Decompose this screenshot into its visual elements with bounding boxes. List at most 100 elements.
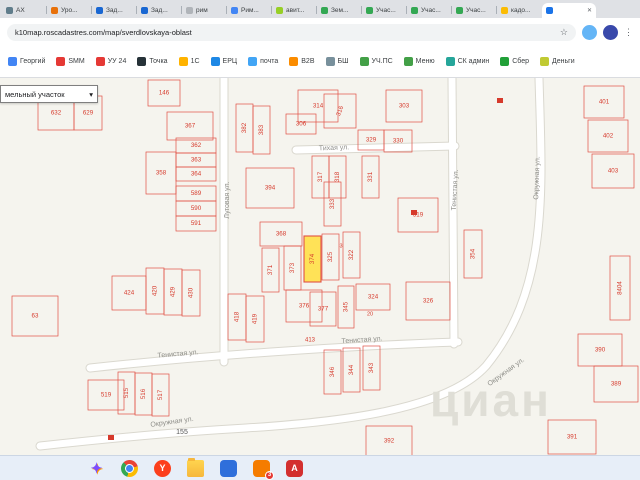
parcel-number: 367 [185, 123, 196, 130]
bookmark-item[interactable]: ЕРЦ [210, 57, 238, 66]
dropdown-value: мельный участок [5, 89, 65, 99]
copilot-icon[interactable]: ✦ [88, 460, 105, 477]
tab-label: Зад... [151, 7, 168, 14]
parcel-number: 326 [423, 298, 434, 305]
parcel-number: 377 [318, 306, 329, 313]
browser-tab[interactable]: Уро... [46, 3, 92, 18]
parcel-number: 303 [399, 103, 410, 110]
parcel-number: 430 [188, 287, 195, 298]
bookmark-item[interactable]: Георгий [8, 57, 45, 66]
tab-favicon [501, 7, 508, 14]
security-app-icon[interactable]: 3 [253, 459, 274, 480]
browser-tab[interactable]: Зад... [91, 3, 137, 18]
bookmark-item[interactable]: БШ [325, 57, 349, 66]
app-blue-icon[interactable] [220, 459, 237, 477]
browser-tab[interactable]: AX [2, 3, 47, 18]
browser-tab[interactable]: Рим... [226, 3, 272, 18]
parcel-number: 419 [252, 313, 259, 324]
building-icon [497, 98, 503, 103]
bookmark-favicon [56, 57, 66, 66]
profile-avatar[interactable] [603, 24, 618, 40]
parcel-number: 517 [157, 389, 164, 400]
browser-tab[interactable]: авит... [271, 3, 317, 18]
tab-label: Учас... [466, 7, 486, 14]
folder-icon[interactable] [187, 457, 204, 477]
bookmark-favicon [210, 57, 220, 66]
bookmark-favicon [248, 57, 258, 66]
parcel-number: 516 [140, 388, 147, 399]
object-type-dropdown[interactable]: мельный участок ▾ [0, 85, 98, 103]
url-text: k10map.roscadastres.com/map/sverdlovskay… [15, 27, 192, 37]
parcel-number: 591 [191, 220, 202, 227]
bookmarks-bar: Георгий SMM УУ 24 Точка 1С ЕРЦ почта B2B БШ УЧ.ПС… [0, 46, 640, 78]
browser-tab[interactable]: Учас... [406, 3, 452, 18]
bookmark-item[interactable]: СК админ [445, 57, 490, 66]
parcel-number: 376 [299, 303, 310, 310]
browser-tab[interactable]: Учас... [451, 3, 497, 18]
parcel-number: 519 [101, 392, 112, 399]
bookmark-favicon [178, 57, 188, 66]
tab-favicon [141, 7, 148, 14]
bookmark-label: B2B [301, 58, 315, 65]
parcel-number: 344 [348, 364, 355, 375]
parcel-number: 306 [296, 121, 307, 128]
bookmark-label: СК админ [457, 58, 490, 65]
parcel-number: 343 [368, 362, 375, 373]
map-area[interactable]: 632 629 146 367 362 363 364 358 589 590 591 63 424 42… [0, 78, 640, 455]
browser-tab[interactable]: Зем... [316, 3, 362, 18]
bookmark-item[interactable]: почта [248, 57, 278, 66]
bookmark-item[interactable]: 1С [178, 57, 200, 66]
bookmark-favicon [137, 57, 147, 66]
bookmark-item[interactable]: Точка [137, 57, 168, 66]
bookmark-label: УЧ.ПС [371, 58, 393, 65]
bookmark-item[interactable]: Сбер [500, 57, 529, 66]
menu-dots-icon[interactable]: ⋮ [624, 27, 633, 38]
parcel-number: 368 [276, 231, 287, 238]
bookmark-favicon [95, 57, 105, 66]
bookmark-favicon [403, 57, 413, 66]
parcel-number: 391 [567, 434, 578, 441]
chrome-icon[interactable] [121, 459, 138, 477]
bookmark-label: УУ 24 [107, 58, 127, 65]
bookmark-item[interactable]: УУ 24 [95, 57, 127, 66]
bookmark-label: ЕРЦ [222, 58, 238, 65]
bookmark-item[interactable]: Деньги [540, 57, 575, 66]
street-label: Луговая ул. [224, 181, 231, 218]
url-field[interactable]: k10map.roscadastres.com/map/sverdlovskay… [7, 23, 576, 41]
tab-label: Зад... [106, 7, 123, 14]
bookmark-label: Сбер [512, 58, 530, 65]
tab-favicon [321, 7, 328, 14]
parcel-number: 20 [367, 311, 373, 317]
browser-tab[interactable]: Зад... [136, 3, 182, 18]
yandex-browser-icon[interactable]: Y [154, 459, 171, 477]
browser-tab[interactable]: Учас... [361, 3, 407, 18]
extension-icon[interactable] [582, 24, 597, 40]
tab-close-icon[interactable]: ✕ [587, 7, 592, 14]
cadastral-map[interactable]: 632 629 146 367 362 363 364 358 589 590 591 63 424 42… [0, 78, 640, 455]
tab-label: Зем... [331, 7, 349, 14]
tab-label: Уро... [61, 7, 78, 14]
tab-favicon [6, 7, 13, 14]
parcel-number: 401 [599, 99, 610, 106]
bookmark-favicon [500, 57, 510, 66]
browser-tab[interactable]: рим [181, 3, 227, 18]
building-icon [108, 435, 114, 440]
acrobat-icon[interactable]: A [286, 459, 303, 477]
bookmark-label: SMM [68, 58, 85, 65]
tab-favicon [546, 7, 553, 14]
parcel-number: 318 [334, 171, 341, 182]
bookmark-item[interactable]: B2B [289, 57, 315, 66]
bookmark-star-icon[interactable]: ☆ [560, 27, 568, 38]
parcel-number: 394 [265, 185, 276, 192]
parcel-number: 389 [611, 381, 622, 388]
parcel-number: 383 [258, 124, 265, 135]
parcel-number: 314 [313, 103, 324, 110]
parcel-number: 629 [83, 110, 94, 117]
browser-tab[interactable]: ✕ [542, 3, 596, 18]
browser-tab[interactable]: кадо... [496, 3, 542, 18]
bookmark-label: Точка [149, 58, 168, 65]
bookmark-item[interactable]: Меню [403, 57, 435, 66]
bookmark-item[interactable]: SMM [56, 57, 85, 66]
parcel-number: 317 [317, 171, 324, 182]
bookmark-item[interactable]: УЧ.ПС [359, 57, 393, 66]
